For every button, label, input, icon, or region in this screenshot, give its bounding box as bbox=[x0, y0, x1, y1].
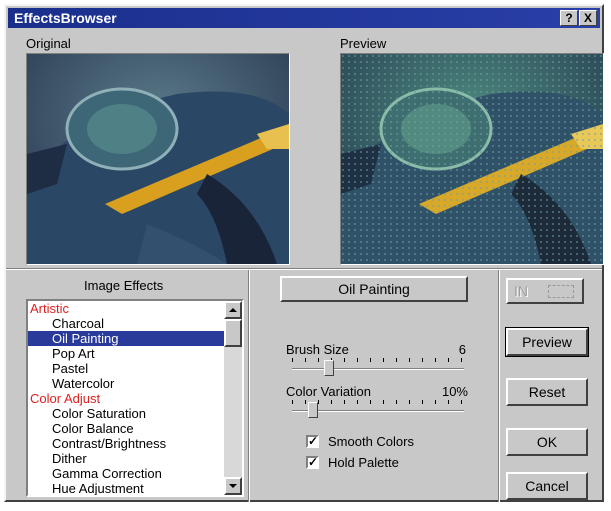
arrow-up-icon bbox=[229, 308, 237, 312]
original-image bbox=[26, 53, 290, 265]
title-bar[interactable]: EffectsBrowser ? X bbox=[8, 8, 600, 28]
preview-image bbox=[340, 53, 604, 265]
list-item[interactable]: Dither bbox=[28, 451, 242, 466]
toggle-indicator bbox=[548, 285, 574, 298]
list-item[interactable]: Pastel bbox=[28, 361, 242, 376]
preview-label: Preview bbox=[340, 36, 387, 51]
list-item[interactable]: Hue Adjustment bbox=[28, 481, 242, 495]
scroll-up-button[interactable] bbox=[224, 301, 242, 319]
color-variation-slider[interactable] bbox=[292, 400, 464, 420]
brush-size-label: Brush Size bbox=[286, 342, 349, 357]
window-title: EffectsBrowser bbox=[14, 10, 117, 26]
help-button[interactable]: ? bbox=[560, 10, 578, 26]
listbox-scrollbar[interactable] bbox=[224, 301, 242, 495]
image-effects-label: Image Effects bbox=[84, 278, 164, 293]
effects-list: Artistic Charcoal Oil Painting Pop Art Paste… bbox=[28, 301, 242, 495]
hold-palette-label: Hold Palette bbox=[328, 455, 399, 470]
preview-button[interactable]: Preview bbox=[505, 327, 589, 357]
color-variation-label: Color Variation bbox=[286, 384, 372, 399]
ok-button[interactable]: OK bbox=[506, 428, 588, 456]
brush-size-thumb[interactable] bbox=[324, 360, 334, 376]
list-category[interactable]: Color Adjust bbox=[28, 391, 242, 406]
arrow-down-icon bbox=[229, 484, 237, 488]
list-item[interactable]: Gamma Correction bbox=[28, 466, 242, 481]
scroll-down-button[interactable] bbox=[224, 477, 242, 495]
smooth-colors-label: Smooth Colors bbox=[328, 434, 414, 449]
effects-listbox[interactable]: Artistic Charcoal Oil Painting Pop Art Paste… bbox=[26, 299, 244, 497]
list-category[interactable]: Artistic bbox=[28, 301, 242, 316]
effects-browser-window: EffectsBrowser ? X Original Preview Imag… bbox=[4, 4, 604, 502]
close-button[interactable]: X bbox=[579, 10, 597, 26]
hold-palette-checkbox[interactable]: ✓ bbox=[306, 456, 319, 469]
list-item[interactable]: Charcoal bbox=[28, 316, 242, 331]
list-item[interactable]: Color Saturation bbox=[28, 406, 242, 421]
cancel-button[interactable]: Cancel bbox=[506, 472, 588, 500]
smooth-colors-checkbox[interactable]: ✓ bbox=[306, 435, 319, 448]
list-item[interactable]: Pop Art bbox=[28, 346, 242, 361]
color-variation-thumb[interactable] bbox=[308, 402, 318, 418]
reset-button[interactable]: Reset bbox=[506, 378, 588, 406]
list-item[interactable]: Oil Painting bbox=[28, 331, 242, 346]
list-item[interactable]: Watercolor bbox=[28, 376, 242, 391]
brush-size-slider[interactable] bbox=[292, 358, 464, 378]
divider bbox=[248, 270, 250, 502]
scroll-thumb[interactable] bbox=[224, 319, 242, 347]
list-item[interactable]: Contrast/Brightness bbox=[28, 436, 242, 451]
original-label: Original bbox=[26, 36, 71, 51]
effect-name-button[interactable]: Oil Painting bbox=[280, 276, 468, 302]
list-item[interactable]: Color Balance bbox=[28, 421, 242, 436]
color-variation-value: 10% bbox=[441, 384, 468, 399]
divider bbox=[498, 270, 500, 502]
in-out-toggle-button: IN bbox=[506, 278, 584, 304]
divider bbox=[6, 268, 602, 270]
brush-size-value: 6 bbox=[458, 342, 466, 357]
